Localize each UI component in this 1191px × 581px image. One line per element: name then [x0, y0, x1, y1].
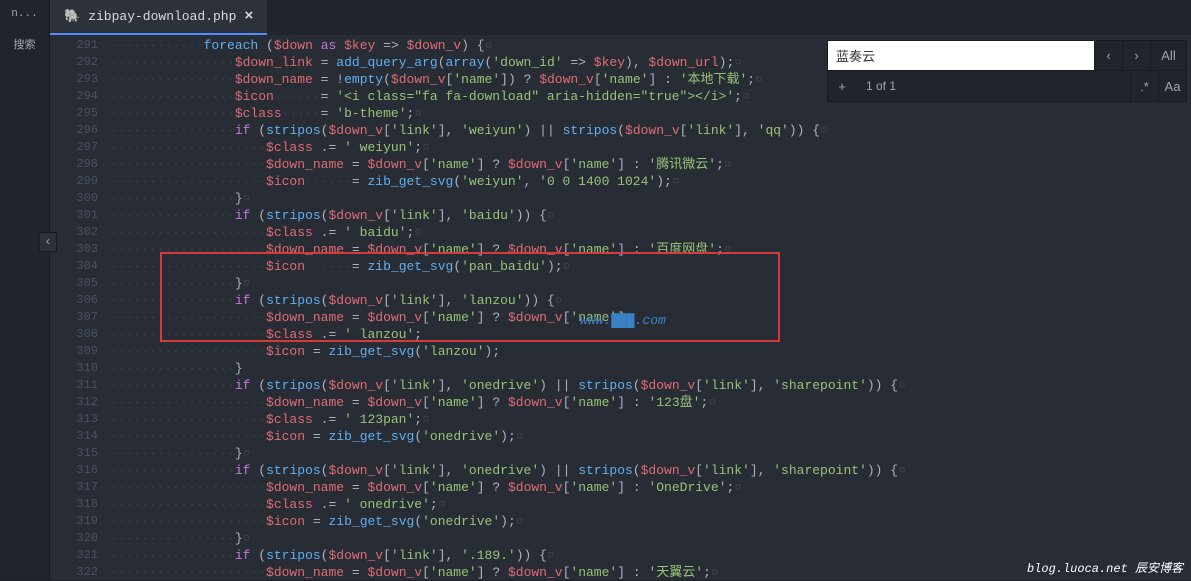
- line-number: 321: [50, 547, 98, 564]
- line-number: 314: [50, 428, 98, 445]
- code-area[interactable]: ············foreach ($down as $key => $d…: [110, 35, 1191, 580]
- tab-bar: 🐘 zibpay-download.php ×: [50, 0, 1191, 35]
- tab-active[interactable]: 🐘 zibpay-download.php ×: [50, 0, 267, 35]
- line-number: 317: [50, 479, 98, 496]
- line-number: 308: [50, 326, 98, 343]
- code-line[interactable]: ················$class·····= 'b-theme';¤: [110, 105, 1191, 122]
- code-line[interactable]: ····················$icon = zib_get_svg(…: [110, 343, 1191, 360]
- code-line[interactable]: ················}¤: [110, 530, 1191, 547]
- find-prev-button[interactable]: ‹: [1094, 41, 1122, 70]
- line-number: 298: [50, 156, 98, 173]
- line-number: 296: [50, 122, 98, 139]
- line-number: 319: [50, 513, 98, 530]
- code-line[interactable]: ····················$down_name = $down_v…: [110, 156, 1191, 173]
- code-line[interactable]: ····················$down_name = $down_v…: [110, 479, 1191, 496]
- code-line[interactable]: ················if (stripos($down_v['lin…: [110, 292, 1191, 309]
- line-number: 304: [50, 258, 98, 275]
- find-input[interactable]: [828, 41, 1094, 70]
- code-line[interactable]: ····················$class .= ' weiyun';…: [110, 139, 1191, 156]
- line-number: 312: [50, 394, 98, 411]
- line-number: 307: [50, 309, 98, 326]
- code-line[interactable]: ····················$down_name = $down_v…: [110, 394, 1191, 411]
- line-number: 295: [50, 105, 98, 122]
- line-number: 301: [50, 207, 98, 224]
- code-line[interactable]: ················}¤: [110, 445, 1191, 462]
- regex-toggle[interactable]: .*: [1130, 71, 1158, 101]
- line-number: 297: [50, 139, 98, 156]
- watermark-inline: www.███.com: [580, 313, 666, 328]
- line-number: 315: [50, 445, 98, 462]
- code-line[interactable]: ················}¤: [110, 190, 1191, 207]
- line-number: 302: [50, 224, 98, 241]
- code-line[interactable]: ················}: [110, 360, 1191, 377]
- code-line[interactable]: ····················$down_name = $down_v…: [110, 241, 1191, 258]
- find-next-button[interactable]: ›: [1122, 41, 1150, 70]
- line-number: 313: [50, 411, 98, 428]
- line-number: 294: [50, 88, 98, 105]
- line-number: 316: [50, 462, 98, 479]
- line-gutter: 2912922932942952962972982993003013023033…: [50, 35, 110, 580]
- sidebar-item-0[interactable]: n...: [0, 0, 49, 28]
- line-number: 292: [50, 54, 98, 71]
- scrollbar[interactable]: [1177, 35, 1191, 580]
- code-line[interactable]: ····················$class .= ' 123pan';…: [110, 411, 1191, 428]
- line-number: 306: [50, 292, 98, 309]
- line-number: 309: [50, 343, 98, 360]
- find-count: 1 of 1: [856, 79, 1130, 93]
- code-line[interactable]: ················if (stripos($down_v['lin…: [110, 122, 1191, 139]
- code-line[interactable]: ····················$icon······= zib_get…: [110, 173, 1191, 190]
- line-number: 293: [50, 71, 98, 88]
- case-toggle[interactable]: Aa: [1158, 71, 1186, 101]
- code-line[interactable]: ················if (stripos($down_v['lin…: [110, 377, 1191, 394]
- line-number: 322: [50, 564, 98, 581]
- code-line[interactable]: ····················$icon······= zib_get…: [110, 258, 1191, 275]
- line-number: 311: [50, 377, 98, 394]
- line-number: 310: [50, 360, 98, 377]
- find-all-button[interactable]: All: [1150, 41, 1186, 70]
- find-panel: ‹ › All + 1 of 1 .* Aa: [827, 40, 1187, 102]
- activity-sidebar: n... 搜索: [0, 0, 50, 580]
- code-line[interactable]: ····················$icon = zib_get_svg(…: [110, 513, 1191, 530]
- close-icon[interactable]: ×: [244, 8, 253, 25]
- code-line[interactable]: ····················$class .= ' onedrive…: [110, 496, 1191, 513]
- tab-label: zibpay-download.php: [88, 9, 236, 24]
- line-number: 320: [50, 530, 98, 547]
- line-number: 299: [50, 173, 98, 190]
- line-number: 318: [50, 496, 98, 513]
- sidebar-item-search[interactable]: 搜索: [0, 28, 49, 60]
- code-line[interactable]: ················if (stripos($down_v['lin…: [110, 207, 1191, 224]
- code-line[interactable]: ····················$icon = zib_get_svg(…: [110, 428, 1191, 445]
- watermark-footer: blog.luoca.net 辰安博客: [1027, 559, 1183, 576]
- code-line[interactable]: ····················$class .= ' baidu';¤: [110, 224, 1191, 241]
- line-number: 305: [50, 275, 98, 292]
- line-number: 291: [50, 37, 98, 54]
- code-line[interactable]: ····················$class .= ' lanzou';: [110, 326, 1191, 343]
- php-icon: 🐘: [64, 9, 80, 24]
- line-number: 300: [50, 190, 98, 207]
- code-editor[interactable]: 2912922932942952962972982993003013023033…: [50, 35, 1191, 580]
- panel-collapse-handle[interactable]: ‹: [39, 232, 57, 252]
- code-line[interactable]: ················if (stripos($down_v['lin…: [110, 462, 1191, 479]
- code-line[interactable]: ················}¤: [110, 275, 1191, 292]
- line-number: 303: [50, 241, 98, 258]
- add-line-button[interactable]: +: [828, 71, 856, 101]
